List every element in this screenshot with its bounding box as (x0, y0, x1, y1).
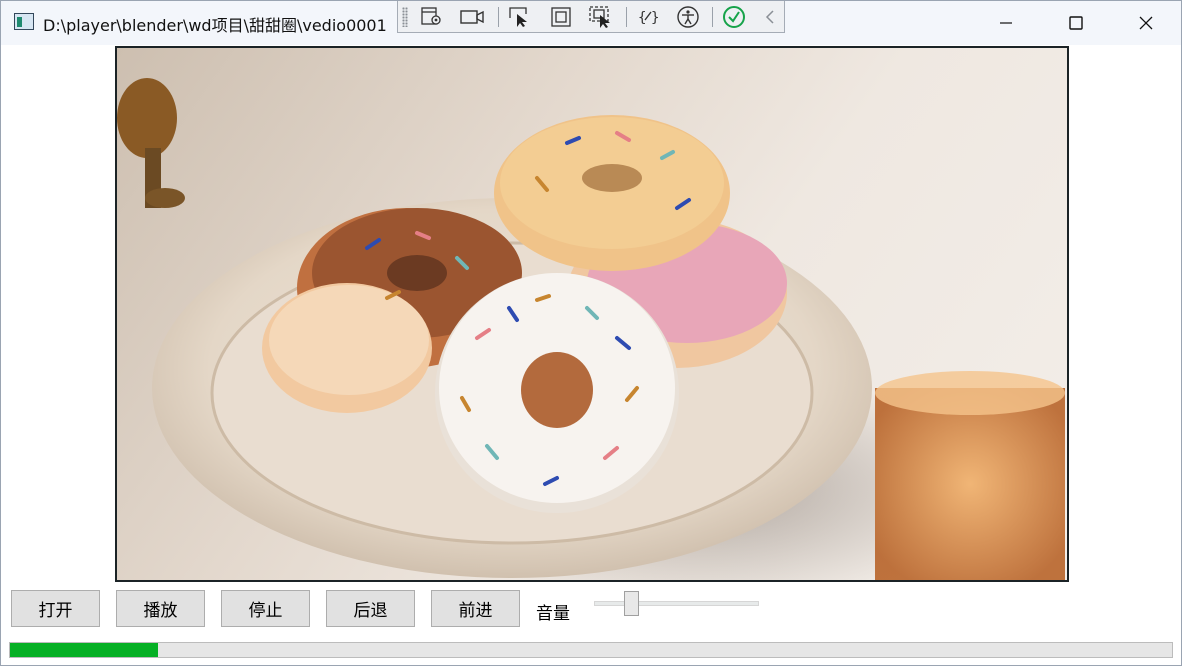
maximize-button[interactable] (1041, 1, 1111, 45)
collapse-toolbar-button[interactable] (756, 4, 784, 30)
window-title: D:\player\blender\wd项目\甜甜圈\vedio0001 (43, 16, 387, 35)
toolbar-separator (712, 7, 713, 27)
volume-slider-thumb[interactable] (624, 591, 639, 616)
live-visual-tree-icon (421, 7, 441, 25)
svg-text:}: } (651, 10, 659, 26)
close-button[interactable] (1111, 1, 1181, 45)
forward-button[interactable]: 前进 (431, 590, 520, 627)
maximize-icon (1069, 16, 1083, 30)
select-element-button[interactable] (506, 4, 534, 30)
app-icon (14, 13, 34, 30)
collapse-chevron-icon (765, 10, 774, 24)
play-button[interactable]: 播放 (116, 590, 205, 627)
display-adorners-button[interactable] (547, 4, 575, 30)
video-camera-icon (460, 10, 484, 24)
check-circle-icon (723, 6, 745, 28)
track-focus-button[interactable] (587, 4, 615, 30)
volume-slider-track[interactable] (594, 601, 759, 606)
video-frame (117, 48, 1067, 580)
record-button[interactable] (458, 4, 486, 30)
media-player-window: D:\player\blender\wd项目\甜甜圈\vedio0001 {}… (0, 0, 1182, 666)
binding-failures-icon: { } (638, 10, 659, 26)
volume-label: 音量 (536, 604, 570, 624)
stop-button[interactable]: 停止 (221, 590, 310, 627)
live-visual-tree-button[interactable] (418, 4, 446, 30)
video-display[interactable] (115, 46, 1069, 582)
playback-progress-fill (10, 643, 158, 657)
display-layout-adorners-icon (551, 7, 571, 27)
select-element-icon (509, 7, 527, 27)
close-icon (1139, 16, 1153, 30)
playback-progress-bar[interactable] (9, 642, 1173, 658)
minimize-icon (1000, 22, 1012, 24)
minimize-button[interactable] (971, 1, 1041, 45)
track-focused-element-icon (589, 6, 610, 28)
back-button[interactable]: 后退 (326, 590, 415, 627)
svg-text:{: { (638, 10, 646, 26)
toolbar-grip[interactable] (402, 7, 408, 27)
open-button[interactable]: 打开 (11, 590, 100, 627)
accessibility-icon (677, 6, 699, 28)
debug-toolbar: { } (397, 1, 785, 33)
toolbar-separator (498, 7, 499, 27)
verify-button[interactable] (720, 4, 748, 30)
accessibility-button[interactable] (674, 4, 702, 30)
donut-scene-image (117, 78, 1065, 580)
binding-failures-button[interactable]: { } (634, 4, 662, 30)
toolbar-separator (626, 7, 627, 27)
